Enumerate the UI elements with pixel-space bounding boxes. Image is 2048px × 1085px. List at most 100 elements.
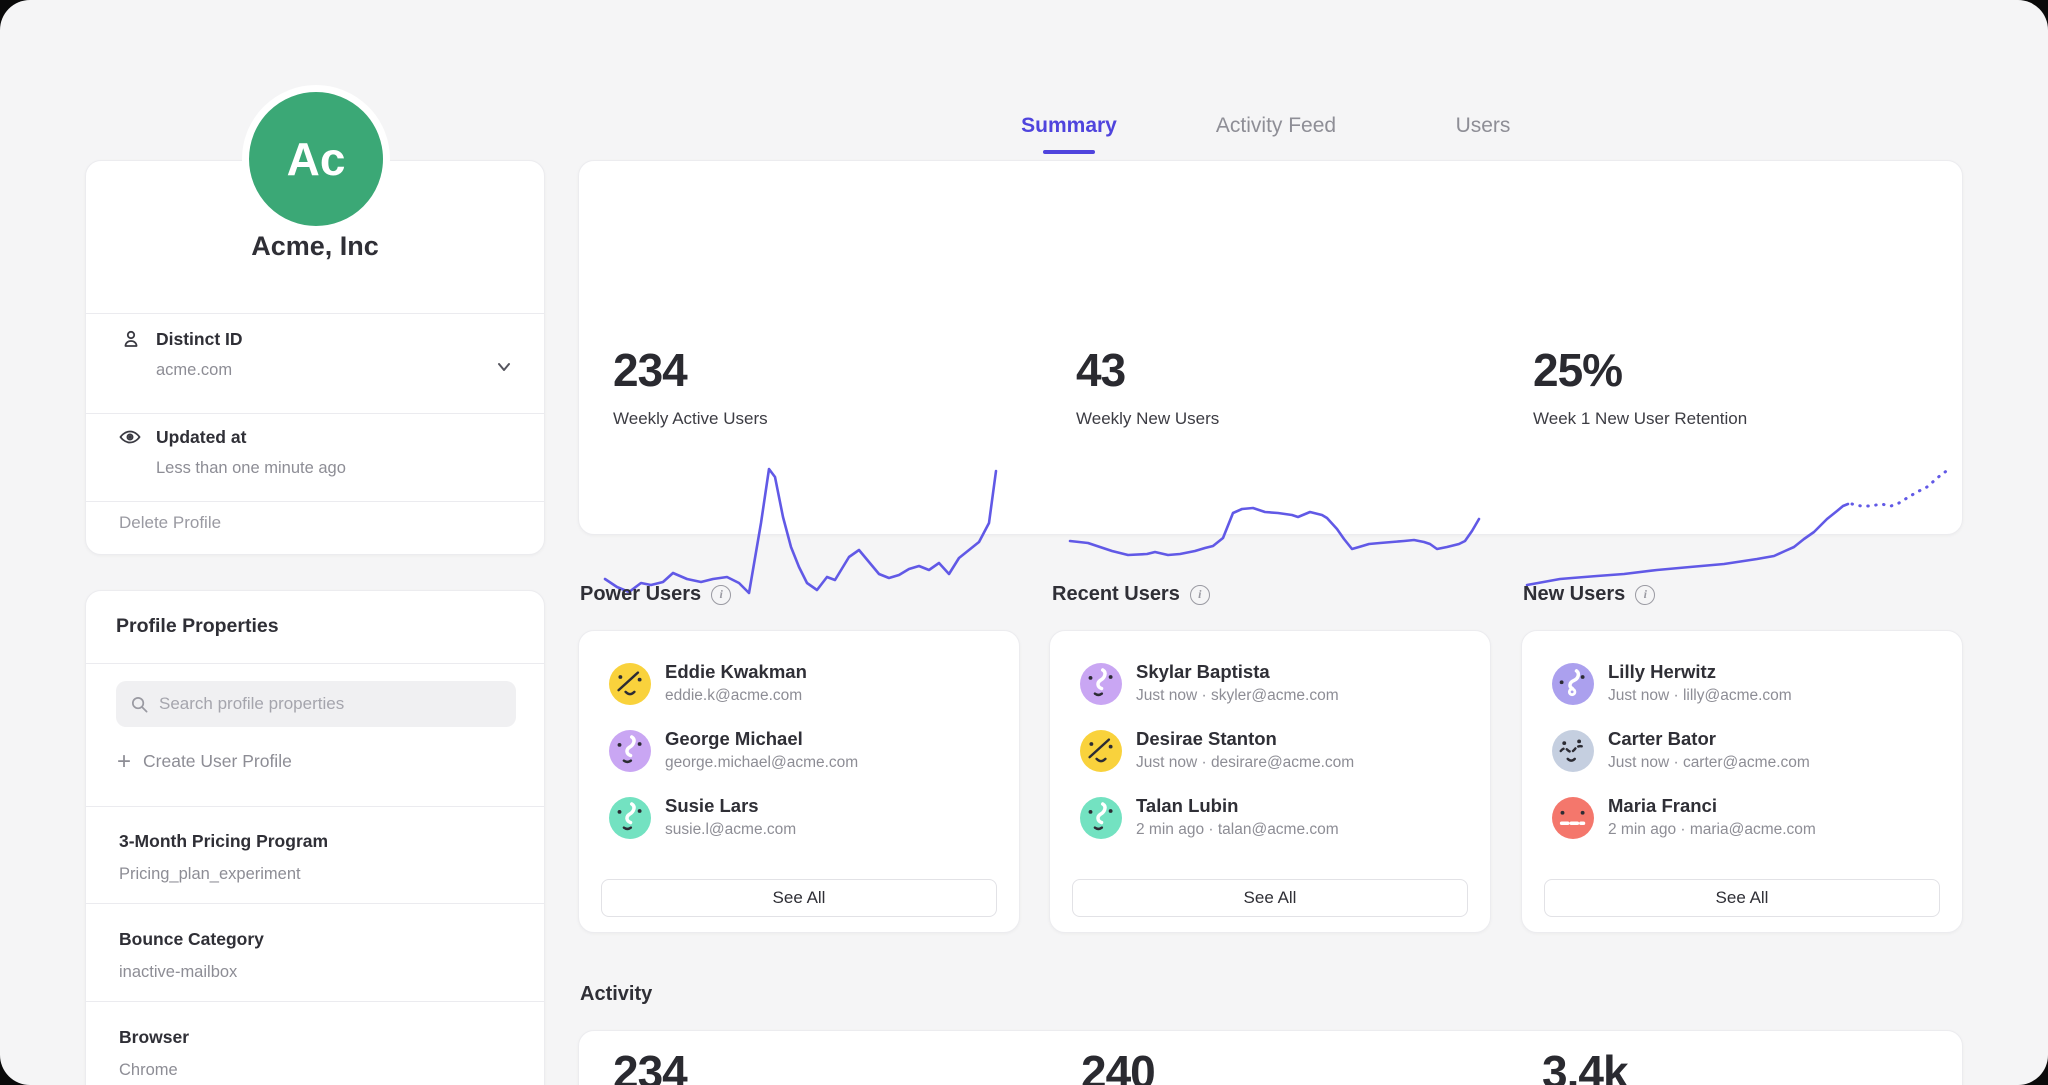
active-tab-underline [1043, 150, 1095, 154]
list-item[interactable]: George Michael george.michael@acme.com [609, 728, 999, 784]
flat-face-icon [1552, 797, 1594, 839]
property-name: 3-Month Pricing Program [119, 831, 328, 852]
tab-summary[interactable]: Summary [1021, 114, 1117, 138]
power-users-header: Power Users i [580, 583, 731, 606]
list-item[interactable]: Lilly Herwitz Just now · lilly@acme.com [1552, 661, 1942, 717]
activity-stat-value: 234 [613, 1045, 687, 1085]
divider [86, 313, 544, 314]
divider [86, 663, 544, 664]
list-item[interactable]: Eddie Kwakman eddie.k@acme.com [609, 661, 999, 717]
user-name: Carter Bator [1608, 728, 1716, 750]
recent-users-card: Skylar Baptista Just now · skyler@acme.c… [1049, 630, 1491, 933]
property-name: Bounce Category [119, 929, 264, 950]
new-users-card: Lilly Herwitz Just now · lilly@acme.com … [1521, 630, 1963, 933]
divider [86, 501, 544, 502]
activity-stat-value: 3.4k [1542, 1045, 1628, 1085]
profile-properties-title: Profile Properties [116, 615, 279, 638]
user-name: Maria Franci [1608, 795, 1717, 817]
squiggle-face-icon [1080, 797, 1122, 839]
wink-face-icon [609, 663, 651, 705]
property-value: inactive-mailbox [119, 963, 237, 982]
chevron-down-icon[interactable] [494, 357, 514, 377]
list-item[interactable]: Talan Lubin 2 min ago · talan@acme.com [1080, 795, 1470, 851]
stat-weekly-new-users-value: 43 [1076, 343, 1125, 397]
tab-users[interactable]: Users [1456, 114, 1511, 138]
user-name: Susie Lars [665, 795, 759, 817]
search-input[interactable] [159, 694, 502, 714]
recent-users-title: Recent Users [1052, 583, 1180, 606]
eye-icon [118, 425, 142, 449]
property-value: Chrome [119, 1061, 178, 1080]
list-item[interactable]: Carter Bator Just now · carter@acme.com [1552, 728, 1942, 784]
user-subtitle: eddie.k@acme.com [665, 687, 802, 705]
summary-card: 234 Weekly Active Users 43 Weekly New Us… [578, 160, 1963, 535]
search-profile-properties[interactable] [116, 681, 516, 727]
user-name: Lilly Herwitz [1608, 661, 1716, 683]
avatar [1080, 730, 1122, 772]
list-item[interactable]: Maria Franci 2 min ago · maria@acme.com [1552, 795, 1942, 851]
squiggle-face-icon [609, 797, 651, 839]
user-name: Talan Lubin [1136, 795, 1238, 817]
stat-weekly-active-users-label: Weekly Active Users [613, 409, 768, 429]
updated-at-label: Updated at [156, 427, 246, 448]
user-name: Skylar Baptista [1136, 661, 1270, 683]
power-users-title: Power Users [580, 583, 701, 606]
zigzag-face-icon [1552, 730, 1594, 772]
avatar [609, 663, 651, 705]
see-all-button[interactable]: See All [601, 879, 997, 917]
user-subtitle: Just now · skyler@acme.com [1136, 687, 1339, 705]
company-name: Acme, Inc [86, 231, 544, 262]
wink-face-icon [1080, 730, 1122, 772]
create-user-profile-label: Create User Profile [143, 751, 292, 772]
stat-retention-label: Week 1 New User Retention [1533, 409, 1747, 429]
profile-properties-card: Profile Properties + Create User Profile… [85, 590, 545, 1085]
info-icon[interactable]: i [1635, 585, 1655, 605]
user-subtitle: susie.l@acme.com [665, 821, 796, 839]
list-item[interactable]: Skylar Baptista Just now · skyler@acme.c… [1080, 661, 1470, 717]
plus-icon: + [117, 752, 131, 772]
activity-card: 234 240 3.4k [578, 1030, 1963, 1085]
app-window: Ac Acme, Inc Distinct ID acme.com Update… [0, 0, 2048, 1085]
search-icon [130, 695, 149, 714]
divider [86, 1001, 544, 1002]
updated-at-value: Less than one minute ago [156, 459, 346, 478]
tab-activity-feed[interactable]: Activity Feed [1216, 114, 1336, 138]
divider [86, 413, 544, 414]
avatar [609, 797, 651, 839]
new-users-header: New Users i [1523, 583, 1655, 606]
curl-face-icon [1552, 663, 1594, 705]
person-icon [119, 327, 143, 351]
activity-title: Activity [580, 983, 652, 1006]
avatar [1080, 663, 1122, 705]
activity-stat-value: 240 [1081, 1045, 1155, 1085]
avatar [1552, 797, 1594, 839]
company-avatar: Ac [242, 85, 390, 233]
avatar [609, 730, 651, 772]
list-item[interactable]: Susie Lars susie.l@acme.com [609, 795, 999, 851]
user-subtitle: 2 min ago · maria@acme.com [1608, 821, 1816, 839]
see-all-button[interactable]: See All [1072, 879, 1468, 917]
info-icon[interactable]: i [1190, 585, 1210, 605]
avatar [1552, 663, 1594, 705]
distinct-id-label: Distinct ID [156, 329, 243, 350]
divider [86, 806, 544, 807]
new-users-title: New Users [1523, 583, 1625, 606]
info-icon[interactable]: i [711, 585, 731, 605]
distinct-id-value: acme.com [156, 361, 232, 380]
user-name: Eddie Kwakman [665, 661, 807, 683]
delete-profile-button[interactable]: Delete Profile [119, 513, 221, 533]
squiggle-face-icon [609, 730, 651, 772]
user-subtitle: george.michael@acme.com [665, 754, 858, 772]
user-subtitle: Just now · carter@acme.com [1608, 754, 1810, 772]
stat-weekly-active-users-value: 234 [613, 343, 687, 397]
list-item[interactable]: Desirae Stanton Just now · desirare@acme… [1080, 728, 1470, 784]
create-user-profile-button[interactable]: + Create User Profile [117, 751, 292, 772]
squiggle-face-icon [1080, 663, 1122, 705]
see-all-button[interactable]: See All [1544, 879, 1940, 917]
avatar [1552, 730, 1594, 772]
user-subtitle: 2 min ago · talan@acme.com [1136, 821, 1339, 839]
user-subtitle: Just now · lilly@acme.com [1608, 687, 1792, 705]
property-value: Pricing_plan_experiment [119, 865, 301, 884]
user-subtitle: Just now · desirare@acme.com [1136, 754, 1354, 772]
divider [86, 903, 544, 904]
